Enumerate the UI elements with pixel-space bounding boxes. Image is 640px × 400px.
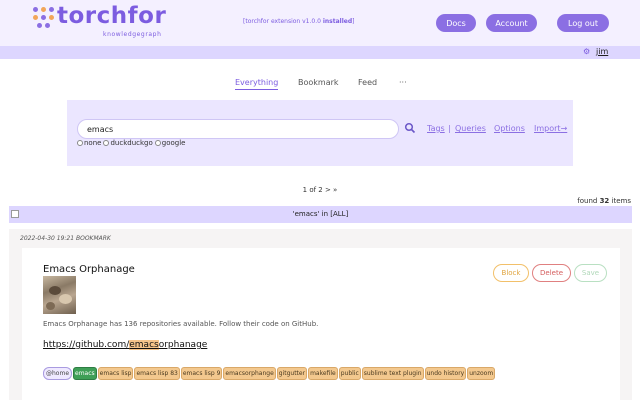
logo-icon (33, 7, 55, 29)
engine-option-google[interactable]: google (154, 139, 185, 147)
save-button[interactable]: Save (574, 264, 607, 282)
radio-icon[interactable] (77, 140, 83, 146)
tab-everything[interactable]: Everything (235, 78, 279, 90)
search-engine-options: none duckduckgo google (77, 139, 187, 147)
pagination[interactable]: 1 of 2 > » (0, 186, 640, 194)
delete-button[interactable]: Delete (532, 264, 571, 282)
logo-text: torchfor (57, 3, 167, 29)
header: torchfor knowledgegraph [torchfor extens… (0, 0, 640, 46)
search-panel: none duckduckgo google Tags | Queries Op… (67, 100, 573, 166)
tag[interactable]: gitgutter (276, 367, 308, 380)
account-button[interactable]: Account (486, 14, 537, 32)
tag[interactable]: emacsorphange (223, 367, 276, 380)
results-title: 'emacs' in [ALL] (292, 210, 349, 218)
result-thumbnail (43, 276, 76, 314)
tag[interactable]: sublime text plugin (361, 367, 424, 380)
block-button[interactable]: Block (493, 264, 529, 282)
search-icon[interactable] (404, 122, 416, 134)
radio-icon[interactable] (154, 140, 161, 146)
username-link[interactable]: jim (596, 47, 608, 56)
radio-icon[interactable] (103, 140, 110, 146)
tag[interactable]: makefile (308, 367, 338, 380)
tag[interactable]: emacs lisp (97, 367, 134, 380)
tag[interactable]: public (338, 367, 361, 380)
user-strip: ⚙ jim (0, 46, 640, 59)
queries-link[interactable]: Queries (455, 124, 486, 133)
import-link[interactable]: Import→ (534, 124, 567, 133)
options-link[interactable]: Options (494, 124, 525, 133)
docs-button[interactable]: Docs (436, 14, 476, 32)
logo-subtitle: knowledgegraph (103, 31, 162, 38)
select-all-checkbox[interactable] (11, 210, 19, 218)
engine-option-none[interactable]: none (77, 139, 101, 147)
tag-list: @home emacs emacs lisp emacs lisp 83 ema… (43, 367, 496, 380)
result-item: 2022-04-30 19:21 BOOKMARK Emacs Orphanag… (9, 229, 632, 400)
results-header: 'emacs' in [ALL] (9, 206, 632, 223)
tab-bookmark[interactable]: Bookmark (298, 78, 339, 87)
results-count: found 32 items (577, 197, 631, 205)
tag[interactable]: @home (43, 367, 73, 380)
result-meta: 2022-04-30 19:21 BOOKMARK (20, 235, 111, 242)
extension-status: [torchfor extension v1.0.0 installed] (243, 18, 355, 25)
logout-button[interactable]: Log out (557, 14, 609, 32)
result-title[interactable]: Emacs Orphanage (43, 264, 135, 275)
result-card: Emacs Orphanage Emacs Orphanage has 136 … (22, 248, 620, 400)
tag[interactable]: emacs lisp 83 (134, 367, 180, 380)
gear-icon[interactable]: ⚙ (583, 47, 590, 56)
link-separator: | (448, 124, 451, 133)
tab-feed[interactable]: Feed (358, 78, 377, 87)
tag[interactable]: emacs lisp 9 (180, 367, 223, 380)
tag[interactable]: undo history (424, 367, 467, 380)
result-url[interactable]: https://github.com/emacsorphanage (43, 340, 207, 350)
tag[interactable]: unzoom (467, 367, 496, 380)
tag[interactable]: emacs (73, 367, 97, 380)
result-description: Emacs Orphanage has 136 repositories ava… (43, 320, 319, 328)
tags-link[interactable]: Tags (427, 124, 445, 133)
tab-more[interactable]: ··· (399, 78, 407, 87)
engine-option-duckduckgo[interactable]: duckduckgo (103, 139, 153, 147)
search-input[interactable] (77, 119, 399, 139)
